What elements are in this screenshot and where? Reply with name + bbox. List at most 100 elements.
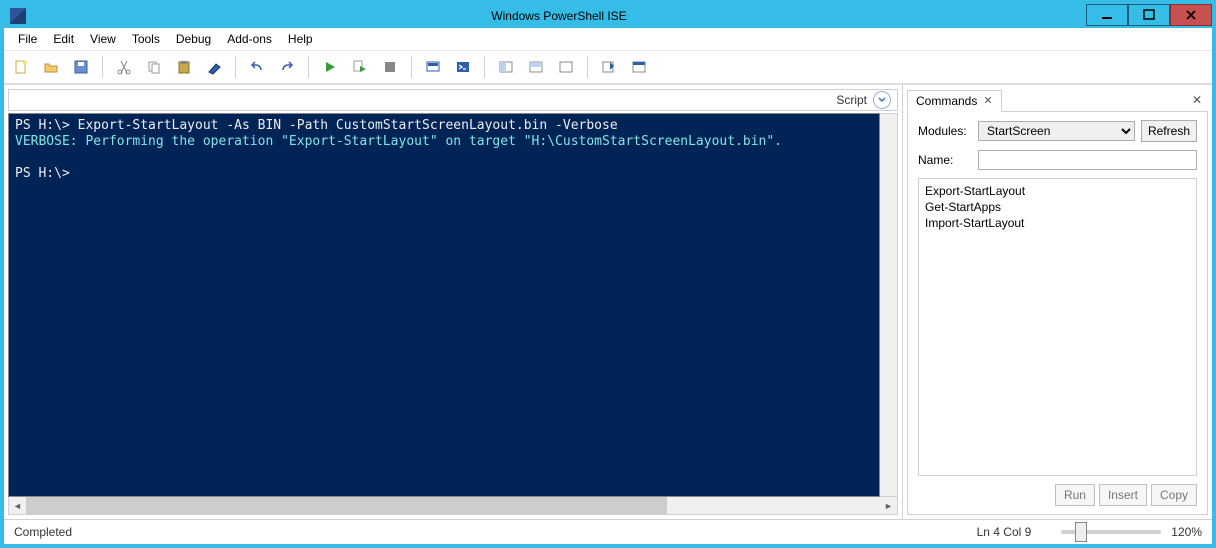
clear-console-icon: [206, 59, 222, 75]
new-button[interactable]: [8, 54, 34, 80]
modules-select[interactable]: StartScreen: [978, 121, 1135, 141]
window-title: Windows PowerShell ISE: [32, 9, 1086, 23]
toolbar-separator: [484, 56, 485, 78]
show-command-window-button[interactable]: [626, 54, 652, 80]
close-icon: [1185, 9, 1197, 21]
script-pane-label: Script: [836, 93, 867, 107]
script-pane-header[interactable]: Script: [8, 89, 898, 111]
paste-icon: [176, 59, 192, 75]
list-item[interactable]: Export-StartLayout: [925, 183, 1190, 199]
tab-commands-label: Commands: [916, 94, 977, 108]
refresh-button[interactable]: Refresh: [1141, 120, 1197, 142]
tab-commands[interactable]: Commands ✕: [907, 90, 1002, 112]
addon-tabstrip: Commands ✕ ✕: [907, 89, 1208, 112]
powershell-icon: [455, 59, 471, 75]
run-selection-icon: [352, 59, 368, 75]
close-pane-icon[interactable]: ✕: [1186, 93, 1208, 107]
start-powershell-button[interactable]: [450, 54, 476, 80]
show-command-addon-button[interactable]: [596, 54, 622, 80]
toolbar-separator: [102, 56, 103, 78]
statusbar: Completed Ln 4 Col 9 120%: [4, 519, 1212, 544]
titlebar: Windows PowerShell ISE: [4, 4, 1212, 28]
insert-command-button[interactable]: Insert: [1099, 484, 1147, 506]
name-row: Name:: [918, 150, 1197, 170]
cut-icon: [116, 59, 132, 75]
close-button[interactable]: [1170, 4, 1212, 26]
layout-top-button[interactable]: [523, 54, 549, 80]
run-icon: [322, 59, 338, 75]
list-item[interactable]: Import-StartLayout: [925, 215, 1190, 231]
scroll-thumb[interactable]: [26, 497, 667, 514]
undo-icon: [249, 59, 265, 75]
layout-side-button[interactable]: [493, 54, 519, 80]
name-label: Name:: [918, 153, 972, 167]
scroll-left-button[interactable]: ◄: [9, 497, 26, 514]
save-icon: [73, 59, 89, 75]
redo-button[interactable]: [274, 54, 300, 80]
copy-button[interactable]: [141, 54, 167, 80]
expand-script-pane-icon[interactable]: [873, 91, 891, 109]
console-pane[interactable]: PS H:\> Export-StartLayout -As BIN -Path…: [8, 113, 880, 497]
maximize-button[interactable]: [1128, 4, 1170, 26]
status-text: Completed: [14, 525, 72, 539]
zoom-slider-thumb[interactable]: [1075, 522, 1087, 542]
toolbar-separator: [235, 56, 236, 78]
commands-panel: Modules: StartScreen Refresh Name: Expor…: [907, 112, 1208, 515]
zoom-value: 120%: [1171, 525, 1202, 539]
toolbar: [4, 51, 1212, 84]
modules-label: Modules:: [918, 124, 972, 138]
menu-view[interactable]: View: [82, 29, 124, 49]
toolbar-separator: [308, 56, 309, 78]
minimize-icon: [1101, 9, 1113, 21]
scroll-track[interactable]: [26, 497, 880, 514]
open-button[interactable]: [38, 54, 64, 80]
menu-tools[interactable]: Tools: [124, 29, 168, 49]
command-list[interactable]: Export-StartLayout Get-StartApps Import-…: [918, 178, 1197, 476]
cut-button[interactable]: [111, 54, 137, 80]
app-icon: [10, 8, 26, 24]
minimize-button[interactable]: [1086, 4, 1128, 26]
menu-debug[interactable]: Debug: [168, 29, 219, 49]
console-wrap: PS H:\> Export-StartLayout -As BIN -Path…: [8, 113, 898, 515]
command-window-icon: [631, 59, 647, 75]
list-item[interactable]: Get-StartApps: [925, 199, 1190, 215]
left-column: Script PS H:\> Export-StartLayout -As BI…: [4, 85, 902, 519]
save-button[interactable]: [68, 54, 94, 80]
name-input[interactable]: [978, 150, 1197, 170]
menu-addons[interactable]: Add-ons: [219, 29, 280, 49]
toolbar-separator: [411, 56, 412, 78]
modules-row: Modules: StartScreen Refresh: [918, 120, 1197, 142]
menu-edit[interactable]: Edit: [45, 29, 82, 49]
toolbar-separator: [587, 56, 588, 78]
copy-command-button[interactable]: Copy: [1151, 484, 1197, 506]
chevron-down-icon: [877, 95, 887, 105]
scroll-right-button[interactable]: ►: [880, 497, 897, 514]
close-tab-icon[interactable]: ✕: [983, 94, 992, 107]
stop-button[interactable]: [377, 54, 403, 80]
vertical-scrollbar[interactable]: [880, 113, 898, 497]
menu-file[interactable]: File: [10, 29, 45, 49]
stop-icon: [382, 59, 398, 75]
clear-button[interactable]: [201, 54, 227, 80]
window-buttons: [1086, 6, 1212, 26]
layout-side-icon: [498, 59, 514, 75]
powershell-ise-window: Windows PowerShell ISE File Edit View To…: [0, 0, 1216, 548]
run-command-button[interactable]: Run: [1055, 484, 1095, 506]
open-folder-icon: [43, 59, 59, 75]
menu-help[interactable]: Help: [280, 29, 321, 49]
layout-max-button[interactable]: [553, 54, 579, 80]
layout-top-icon: [528, 59, 544, 75]
paste-button[interactable]: [171, 54, 197, 80]
redo-icon: [279, 59, 295, 75]
content-area: Script PS H:\> Export-StartLayout -As BI…: [4, 84, 1212, 519]
new-remote-tab-button[interactable]: [420, 54, 446, 80]
horizontal-scrollbar[interactable]: ◄ ►: [8, 497, 898, 515]
run-selection-button[interactable]: [347, 54, 373, 80]
zoom-slider[interactable]: [1061, 530, 1161, 534]
run-script-button[interactable]: [317, 54, 343, 80]
copy-icon: [146, 59, 162, 75]
undo-button[interactable]: [244, 54, 270, 80]
menubar: File Edit View Tools Debug Add-ons Help: [4, 28, 1212, 51]
new-file-icon: [13, 59, 29, 75]
commands-pane: Commands ✕ ✕ Modules: StartScreen Refres…: [902, 85, 1212, 519]
